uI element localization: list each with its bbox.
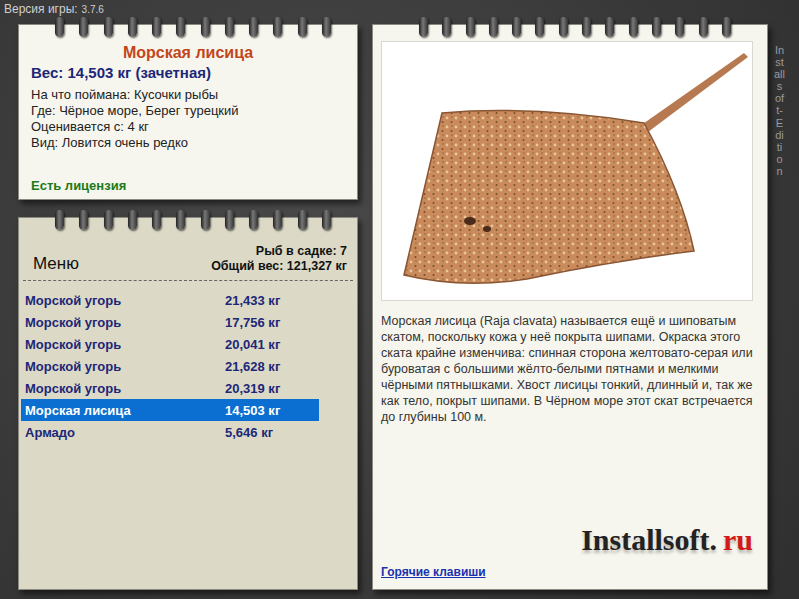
spiral-ring	[322, 17, 331, 37]
fish-detail: На что поймана: Кусочки рыбы	[31, 87, 345, 103]
catch-list: Морской угорь21,433 кгМорской угорь17,75…	[19, 281, 357, 443]
catch-name: Морской угорь	[25, 381, 225, 396]
catch-name: Морской угорь	[25, 337, 225, 352]
catch-weight: 21,628 кг	[225, 359, 315, 374]
catch-row[interactable]: Морская лисица14,503 кг	[21, 399, 319, 421]
spiral-ring	[273, 210, 282, 230]
spiral-ring	[419, 17, 428, 37]
spiral-ring	[652, 17, 661, 37]
license-status: Есть лицензия	[31, 178, 345, 193]
catch-row[interactable]: Армадо5,646 кг	[21, 421, 319, 443]
keepnet-card: Меню Рыб в садке: 7Общий вес: 121,327 кг М…	[18, 217, 358, 590]
fish-count: Рыб в садке: 7	[211, 244, 347, 259]
spiral-ring	[298, 210, 307, 230]
spiral-ring	[152, 17, 161, 37]
spiral-ring	[104, 17, 113, 37]
installsoft-logo: Installsoft.ru	[581, 523, 753, 557]
catch-row[interactable]: Морской угорь20,041 кг	[21, 333, 319, 355]
fish-info-card: Морская лисица Вес: 14,503 кг (зачетная) Н…	[18, 24, 358, 200]
spiral-binding	[19, 210, 357, 230]
encyclopedia-card: Морская лисица (Raja clavata) называется…	[372, 24, 768, 590]
catch-name: Морская лисица	[25, 403, 225, 418]
version-value: 3.7.6	[82, 4, 104, 15]
spiral-ring	[152, 210, 161, 230]
spiral-ring	[322, 210, 331, 230]
fish-detail: Вид: Ловится очень редко	[31, 135, 345, 151]
menu-button[interactable]: Меню	[33, 254, 79, 274]
catch-name: Морской угорь	[25, 293, 225, 308]
spiral-ring	[535, 17, 544, 37]
spiral-ring	[249, 17, 258, 37]
spiral-ring	[699, 17, 708, 37]
catch-row[interactable]: Морской угорь17,756 кг	[21, 311, 319, 333]
spiral-ring	[104, 210, 113, 230]
spiral-binding	[19, 17, 357, 37]
catch-weight: 5,646 кг	[225, 425, 315, 440]
fish-title: Морская лисица	[31, 44, 345, 62]
spiral-ring	[55, 17, 64, 37]
spiral-ring	[559, 17, 568, 37]
catch-weight: 17,756 кг	[225, 315, 315, 330]
game-screen: Версия игры: 3.7.6 Морская лисица Вес: 14,5…	[0, 0, 799, 599]
spiral-ring	[55, 210, 64, 230]
total-weight: Общий вес: 121,327 кг	[211, 259, 347, 274]
spiral-ring	[582, 17, 591, 37]
fish-detail: Где: Чёрное море, Берег турецкий	[31, 103, 345, 119]
catch-weight: 21,433 кг	[225, 293, 315, 308]
fish-weight: Вес: 14,503 кг (зачетная)	[31, 64, 345, 81]
spiral-ring	[298, 17, 307, 37]
spiral-ring	[629, 17, 638, 37]
catch-name: Морской угорь	[25, 315, 225, 330]
catch-weight: 14,503 кг	[225, 403, 315, 418]
spiral-ring	[489, 17, 498, 37]
version-label: Версия игры:	[4, 2, 78, 16]
catch-name: Армадо	[25, 425, 225, 440]
version-bar: Версия игры: 3.7.6	[0, 0, 799, 18]
spiral-ring	[512, 17, 521, 37]
hotkeys-link[interactable]: Горячие клавиши	[381, 565, 753, 579]
catch-weight: 20,041 кг	[225, 337, 315, 352]
spiral-ring	[176, 17, 185, 37]
spiral-ring	[442, 17, 451, 37]
spiral-ring	[201, 17, 210, 37]
spiral-ring	[273, 17, 282, 37]
spiral-ring	[225, 17, 234, 37]
catch-row[interactable]: Морской угорь21,433 кг	[21, 289, 319, 311]
spiral-ring	[79, 17, 88, 37]
spiral-ring	[225, 210, 234, 230]
spiral-ring	[722, 17, 731, 37]
fish-description: Морская лисица (Raja clavata) называется…	[381, 313, 753, 425]
spiral-ring	[128, 210, 137, 230]
spiral-ring	[605, 17, 614, 37]
spiral-binding	[373, 17, 767, 37]
spiral-ring	[466, 17, 475, 37]
fish-detail: Оценивается с: 4 кг	[31, 119, 345, 135]
catch-weight: 20,319 кг	[225, 381, 315, 396]
ray-fish-icon	[382, 42, 752, 300]
edition-watermark: Installsoft-Edition	[774, 24, 785, 590]
catch-row[interactable]: Морской угорь20,319 кг	[21, 377, 319, 399]
spiral-ring	[79, 210, 88, 230]
spiral-ring	[201, 210, 210, 230]
catch-name: Морской угорь	[25, 359, 225, 374]
spiral-ring	[675, 17, 684, 37]
spiral-ring	[128, 17, 137, 37]
catch-row[interactable]: Морской угорь21,628 кг	[21, 355, 319, 377]
fish-picture	[381, 41, 753, 301]
spiral-ring	[249, 210, 258, 230]
spiral-ring	[176, 210, 185, 230]
